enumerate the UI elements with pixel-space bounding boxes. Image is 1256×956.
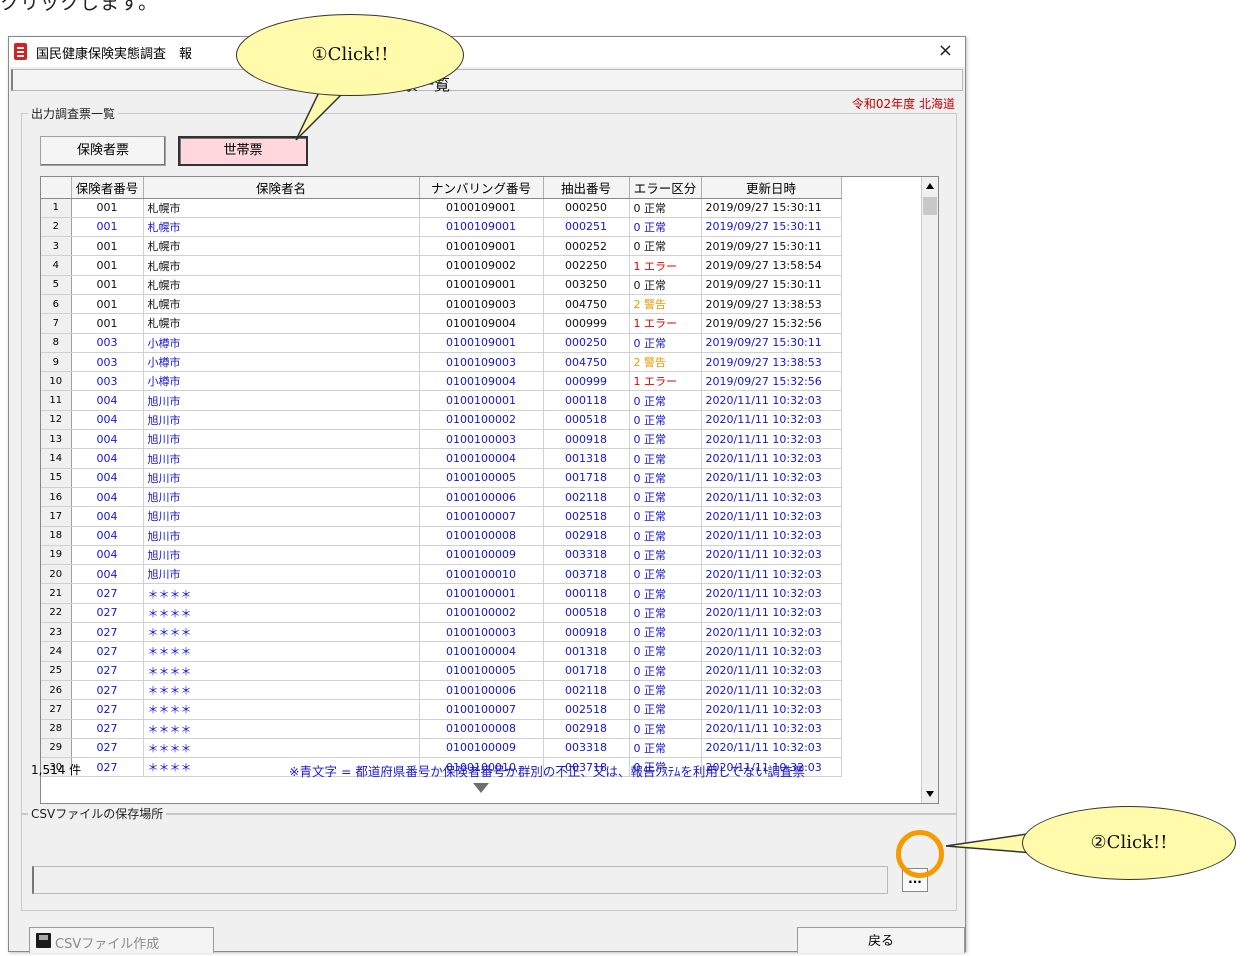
callout-pointers [295,85,1035,854]
highlight-ring [896,830,944,878]
callout-click-1: ①Click!! [236,14,464,96]
callout-click-2: ②Click!! [1022,806,1236,880]
callout-pointer-2 [945,832,1035,854]
